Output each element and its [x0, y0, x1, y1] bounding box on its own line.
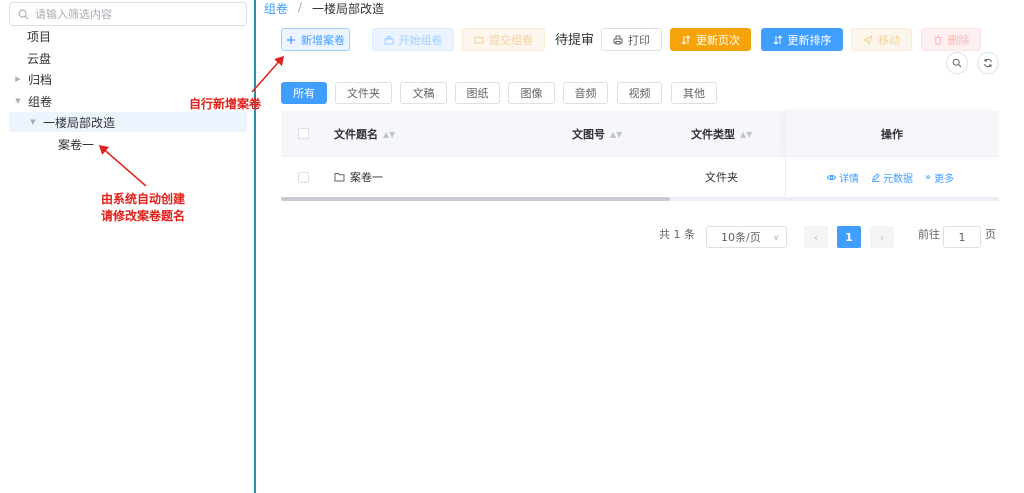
annotation-new-case: 自行新增案卷: [189, 97, 262, 111]
chevron-down-icon: ∨: [773, 232, 779, 242]
page-number-current[interactable]: 1: [837, 226, 861, 248]
link-label: 更多: [934, 174, 955, 185]
chevron-right-icon: ›: [879, 230, 885, 244]
button-label: 更新排序: [787, 33, 832, 47]
page-size-select[interactable]: 10条/页 ∨: [706, 226, 787, 248]
col-header-label: 文图号: [572, 128, 605, 141]
goto-prefix: 前往: [918, 228, 940, 241]
button-label: 打印: [628, 33, 650, 47]
filter-button-1[interactable]: 文件夹: [335, 82, 392, 104]
filter-button-2[interactable]: 文稿: [400, 82, 447, 104]
total-value: 1: [673, 227, 681, 241]
sort-icon[interactable]: ▲▼: [740, 130, 752, 139]
chevron-left-icon: ‹: [813, 230, 819, 244]
link-label: 元数据: [883, 174, 913, 185]
filter-button-0[interactable]: 所有: [281, 82, 327, 104]
button-label: 开始组卷: [398, 33, 443, 47]
col-header-label: 文件题名: [334, 128, 378, 141]
pagination-total: 共 1 条: [659, 226, 695, 242]
row-file-type: 文件夹: [705, 171, 738, 184]
file-table: 文件题名 ▲▼ 文图号 ▲▼ 文件类型 ▲▼ 操作 案卷一 文件夹 详情 元数据 » …: [281, 111, 999, 203]
refresh-icon: [984, 58, 992, 68]
prev-page-button[interactable]: ‹: [804, 226, 828, 248]
ops-divider: [785, 157, 786, 199]
next-page-button[interactable]: ›: [870, 226, 894, 248]
col-header-file-type[interactable]: 文件类型 ▲▼: [691, 126, 752, 142]
folder-icon: [474, 36, 484, 43]
row-title[interactable]: 案卷一: [334, 169, 383, 185]
folder-icon: [334, 173, 345, 182]
row-checkbox[interactable]: [298, 172, 309, 183]
new-case-button[interactable]: 新增案卷: [281, 28, 350, 51]
col-header-doc-no[interactable]: 文图号 ▲▼: [572, 126, 622, 142]
sort-icon[interactable]: ▲▼: [610, 130, 622, 139]
sort-icon: [773, 34, 782, 45]
col-header-title[interactable]: 文件题名 ▲▼: [334, 126, 395, 142]
breadcrumb-separator: /: [298, 0, 303, 14]
submit-group-button[interactable]: 提交组卷: [462, 28, 545, 51]
delete-button[interactable]: 删除: [921, 28, 981, 51]
more-link[interactable]: » 更多: [925, 170, 954, 185]
button-label: 删除: [947, 33, 970, 47]
start-group-button[interactable]: 开始组卷: [372, 28, 454, 51]
total-prefix: 共: [659, 228, 670, 241]
button-label: 提交组卷: [489, 33, 533, 47]
update-sort-button[interactable]: 更新排序: [761, 28, 843, 51]
breadcrumb-root[interactable]: 组卷: [264, 0, 288, 17]
metadata-link[interactable]: 元数据: [871, 170, 913, 185]
button-label: 新增案卷: [301, 33, 345, 47]
search-circle-button[interactable]: [946, 52, 968, 74]
filter-button-4[interactable]: 图像: [508, 82, 555, 104]
double-chevron-right-icon: »: [925, 172, 932, 183]
button-label: 移动: [878, 33, 900, 47]
select-all-checkbox[interactable]: [298, 128, 309, 139]
main-panel: 组卷 / 一楼局部改造 新增案卷 开始组卷 提交组卷 待提审 打印 更新页次 更…: [258, 0, 1024, 493]
total-suffix: 条: [684, 228, 695, 241]
row-title-text: 案卷一: [350, 171, 383, 184]
send-icon: [863, 34, 873, 45]
filter-button-6[interactable]: 视频: [617, 82, 662, 104]
print-button[interactable]: 打印: [601, 28, 662, 51]
filter-button-5[interactable]: 音频: [563, 82, 608, 104]
goto-page-input[interactable]: 1: [943, 226, 981, 248]
goto-suffix: 页: [985, 228, 996, 241]
arrow-to-case: [98, 145, 147, 187]
printer-icon: [613, 35, 623, 44]
filter-button-7[interactable]: 其他: [671, 82, 717, 104]
move-button[interactable]: 移动: [851, 28, 912, 51]
col-header-label: 文件类型: [691, 128, 735, 141]
col-header-ops: 操作: [881, 128, 903, 141]
sort-icon: [681, 34, 691, 45]
horizontal-scrollbar-thumb[interactable]: [281, 197, 670, 201]
trash-icon: [934, 35, 941, 44]
search-icon: [952, 58, 962, 68]
eye-icon: [827, 175, 836, 180]
refresh-circle-button[interactable]: [977, 52, 999, 74]
plus-icon: [287, 35, 295, 44]
pending-review-label: 待提审: [555, 33, 595, 48]
filter-button-3[interactable]: 图纸: [455, 82, 500, 104]
link-label: 详情: [839, 174, 859, 185]
breadcrumb-current: 一楼局部改造: [312, 2, 385, 16]
detail-link[interactable]: 详情: [827, 170, 859, 185]
stack-icon: [384, 35, 393, 44]
page-size-value: 10条/页: [721, 231, 761, 244]
button-label: 更新页次: [696, 33, 740, 47]
update-page-button[interactable]: 更新页次: [670, 28, 751, 51]
edit-icon: [871, 173, 880, 182]
sort-icon[interactable]: ▲▼: [383, 130, 395, 139]
